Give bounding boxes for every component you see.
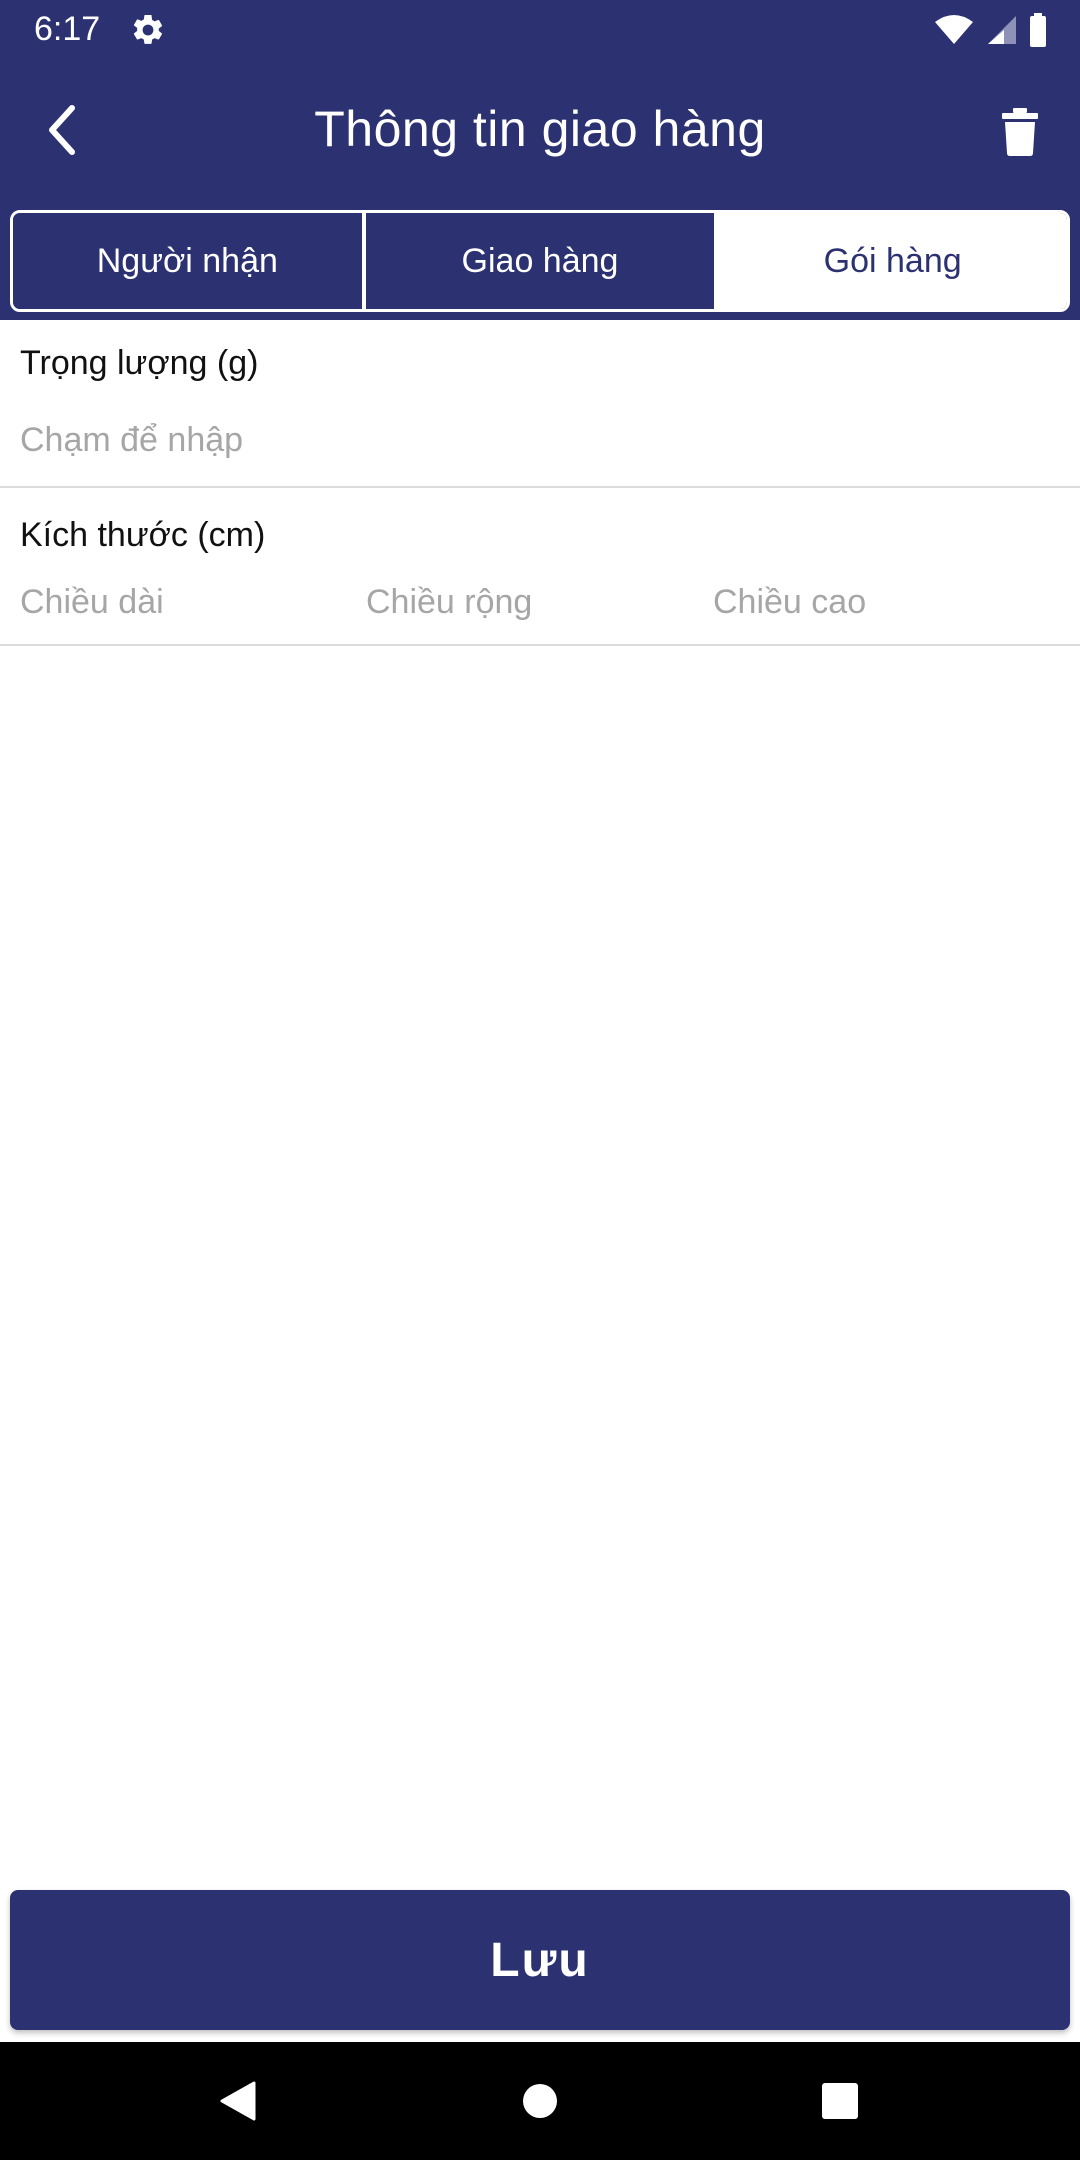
tab-bar: Người nhận Giao hàng Gói hàng [0,204,1080,320]
tab-recipient[interactable]: Người nhận [13,213,362,309]
nav-home-button[interactable] [509,2070,571,2132]
weight-section: Trọng lượng (g) [0,320,1080,488]
nav-home-icon [523,2084,557,2118]
battery-icon [1030,13,1046,47]
tab-delivery[interactable]: Giao hàng [361,213,715,309]
save-button[interactable]: Lưu [10,1890,1070,2030]
app-bar: Thông tin giao hàng [0,62,1080,204]
status-time: 6:17 [34,10,101,48]
system-nav-bar [0,2042,1080,2160]
width-input[interactable] [366,578,686,626]
segmented-tabs: Người nhận Giao hàng Gói hàng [10,210,1070,312]
settings-icon [133,14,163,44]
height-input[interactable] [713,578,1033,626]
nav-back-button[interactable] [207,2070,269,2132]
length-input[interactable] [20,578,340,626]
nav-recents-icon [822,2083,858,2119]
status-icons [934,12,1048,48]
wifi-icon [935,15,973,44]
page-title: Thông tin giao hàng [314,101,766,157]
size-label: Kích thước (cm) [20,516,266,554]
size-section: Kích thước (cm) [0,488,1080,646]
weight-input[interactable] [20,416,1060,464]
tab-package[interactable]: Gói hàng [714,213,1067,309]
nav-back-icon [220,2081,256,2121]
trash-icon [1002,108,1038,156]
status-bar: 6:17 [0,0,1080,62]
signal-icon [988,16,1016,44]
weight-label: Trọng lượng (g) [20,344,259,382]
screen: 6:17 Thông tin giao hàng Người nhận Giao… [0,0,1080,2160]
nav-recents-button[interactable] [809,2070,871,2132]
delete-button[interactable] [988,100,1052,164]
